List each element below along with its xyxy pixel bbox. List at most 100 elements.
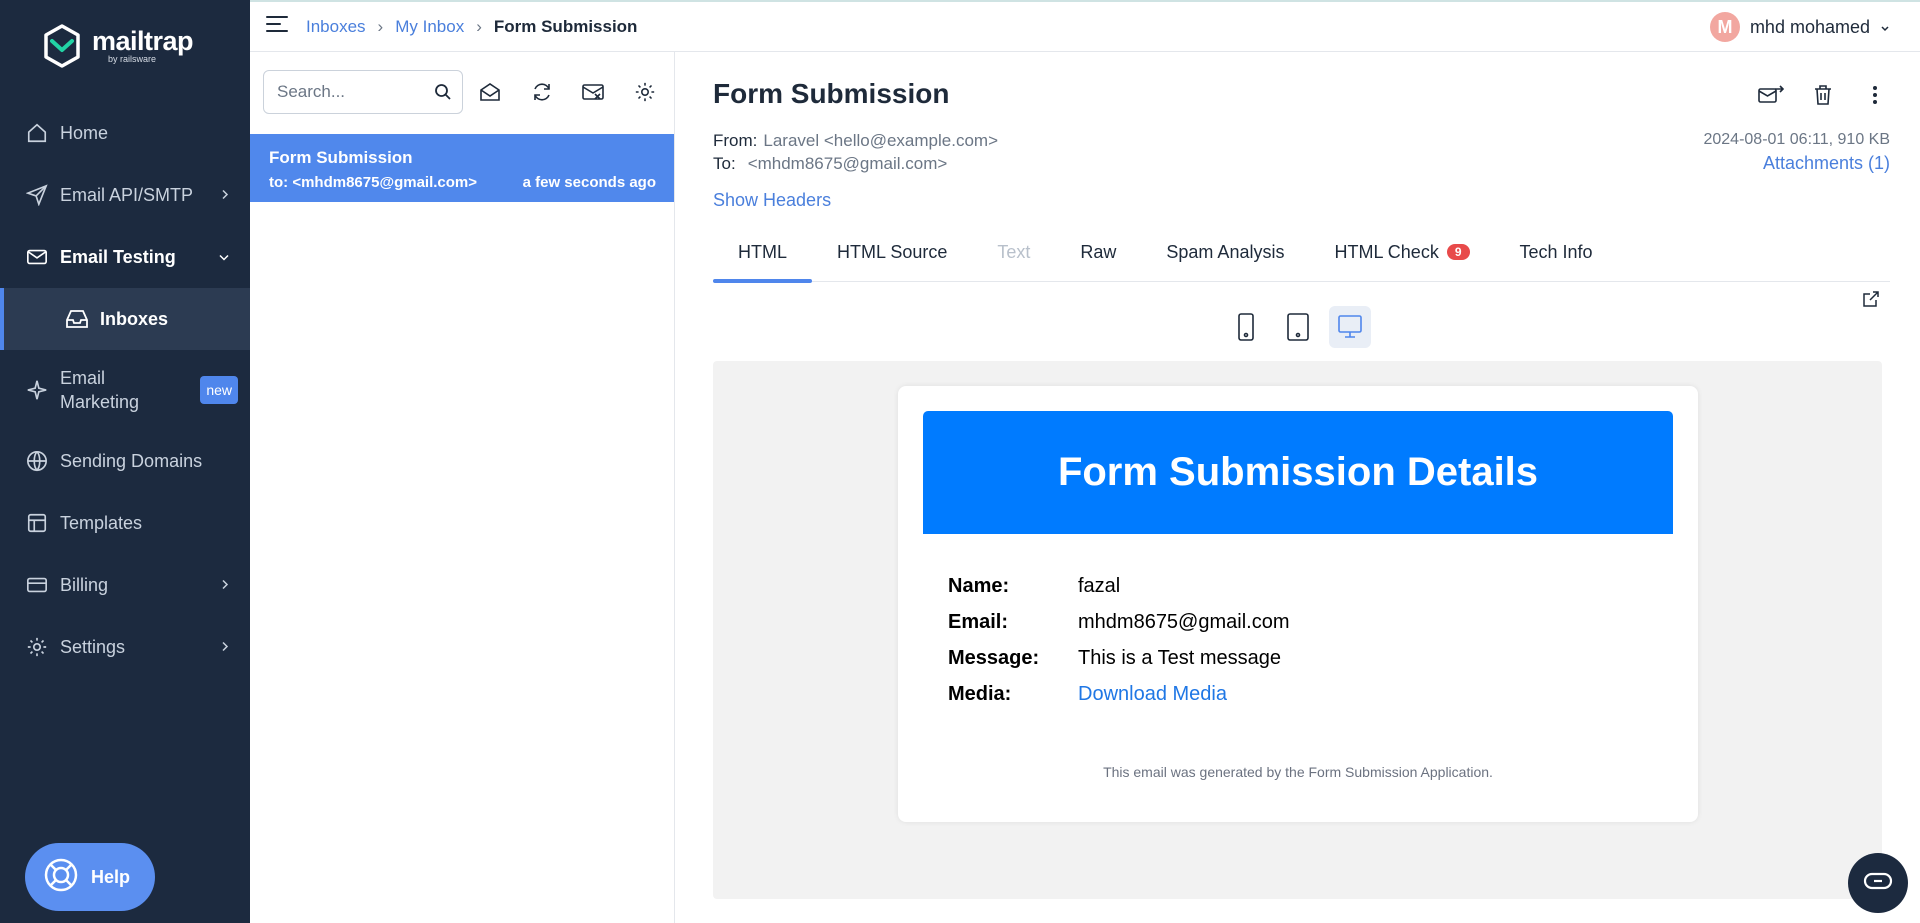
tab-label: Spam Analysis <box>1166 241 1285 262</box>
mailtrap-logo-icon <box>44 24 80 68</box>
tab-label: HTML Check <box>1334 241 1439 262</box>
message-tabs: HTML HTML Source Text Raw Spam Analysis … <box>713 222 1890 283</box>
top-bar: Inboxes › My Inbox › Form Submission M m… <box>250 2 1920 52</box>
help-button[interactable]: Help <box>25 843 155 911</box>
field-label: Email: <box>948 610 1009 633</box>
email-heading: Form Submission Details <box>1057 450 1539 494</box>
chevron-right-icon <box>220 637 230 658</box>
sidebar-item-templates[interactable]: Templates <box>0 492 250 554</box>
breadcrumb: Inboxes › My Inbox › Form Submission <box>306 17 637 37</box>
trash-icon[interactable] <box>1808 80 1838 110</box>
field-value: This is a Test message <box>1078 646 1282 669</box>
search-input[interactable] <box>277 82 427 102</box>
to-line: To: <mhdm8675@gmail.com> <box>713 154 947 174</box>
from-value: Laravel <hello@example.com> <box>763 131 998 150</box>
from-line: From: Laravel <hello@example.com> <box>713 131 998 151</box>
sidebar-item-email-testing[interactable]: Email Testing <box>0 226 250 288</box>
help-label: Help <box>91 866 131 887</box>
home-icon <box>24 120 50 146</box>
tab-html-check[interactable]: HTML Check 9 <box>1309 222 1494 282</box>
breadcrumb-current: Form Submission <box>493 16 638 36</box>
field-label: Name: <box>948 574 1010 597</box>
search-box <box>263 70 463 114</box>
brand-logo[interactable]: mailtrap by railsware <box>42 24 194 68</box>
tab-raw[interactable]: Raw <box>1055 222 1141 282</box>
sidebar-item-email-marketing[interactable]: Email Marketing new <box>0 350 250 430</box>
tab-tech-info[interactable]: Tech Info <box>1495 222 1618 282</box>
sidebar-item-label: Billing <box>60 574 109 595</box>
sidebar-item-settings[interactable]: Settings <box>0 616 250 678</box>
chevron-down-icon <box>1880 17 1890 38</box>
message-actions <box>1756 80 1890 110</box>
to-label: To: <box>713 154 736 173</box>
device-preview-switcher <box>1225 306 1371 348</box>
field-value: mhdm8675@gmail.com <box>1078 610 1290 633</box>
field-row: Message: This is a Test message <box>948 640 1290 676</box>
brand-sub: by railsware <box>108 54 157 64</box>
breadcrumb-inboxes[interactable]: Inboxes <box>306 17 366 37</box>
breadcrumb-separator: › <box>377 16 384 36</box>
message-view: Form Submission From: Laravel <hello@exam… <box>675 52 1920 923</box>
refresh-icon[interactable] <box>529 79 555 105</box>
sidebar-item-label: Email Marketing <box>60 368 140 412</box>
gear-icon <box>24 634 50 660</box>
field-label: Message: <box>948 646 1040 669</box>
chevron-down-icon <box>218 247 230 268</box>
tab-html-source[interactable]: HTML Source <box>812 222 972 282</box>
sidebar-item-sending-domains[interactable]: Sending Domains <box>0 430 250 492</box>
message-list-panel: Form Submission to: <mhdm8675@gmail.com>… <box>250 52 675 923</box>
gear-icon[interactable] <box>632 79 658 105</box>
tab-html[interactable]: HTML <box>713 222 812 283</box>
breadcrumb-my-inbox[interactable]: My Inbox <box>395 17 464 37</box>
user-menu[interactable]: M mhd mohamed <box>1709 12 1890 42</box>
user-name: mhd mohamed <box>1749 16 1870 37</box>
field-row: Media: Download Media <box>948 676 1290 712</box>
sidebar-item-email-api[interactable]: Email API/SMTP <box>0 164 250 226</box>
breadcrumb-separator: › <box>476 16 482 36</box>
desktop-view-icon[interactable] <box>1329 306 1371 348</box>
field-row: Name: fazal <box>948 568 1290 604</box>
tab-label: Tech Info <box>1519 241 1593 262</box>
chat-widget-button[interactable] <box>1848 853 1908 913</box>
sidebar-item-home[interactable]: Home <box>0 102 250 164</box>
sidebar-item-inboxes[interactable]: Inboxes <box>0 288 250 350</box>
sidebar-item-label: Email Testing <box>60 246 176 267</box>
clear-inbox-icon[interactable] <box>580 79 606 105</box>
tab-label: Text <box>997 241 1031 262</box>
sidebar-item-billing[interactable]: Billing <box>0 554 250 616</box>
globe-icon <box>24 448 50 474</box>
avatar: M <box>1709 12 1740 42</box>
send-icon <box>24 182 50 208</box>
tab-spam-analysis[interactable]: Spam Analysis <box>1141 222 1309 282</box>
template-icon <box>24 510 50 536</box>
more-vertical-icon[interactable] <box>1860 80 1890 110</box>
chevron-right-icon <box>220 185 230 206</box>
message-subject: Form Submission <box>269 148 413 167</box>
tab-text: Text <box>972 222 1055 282</box>
email-header-banner: Form Submission Details <box>923 411 1673 534</box>
show-headers-link[interactable]: Show Headers <box>713 190 831 211</box>
message-date-size: 2024-08-01 06:11, 910 KB <box>1703 131 1890 148</box>
lifebuoy-icon <box>43 857 79 898</box>
from-label: From: <box>713 131 758 150</box>
tab-label: HTML Source <box>837 241 948 262</box>
sidebar-item-label: Inboxes <box>100 308 169 329</box>
download-media-link[interactable]: Download Media <box>1078 683 1227 706</box>
mark-read-icon[interactable] <box>477 79 503 105</box>
sidebar: mailtrap by railsware Home Email API/SMT… <box>0 0 250 923</box>
sparkle-icon <box>24 377 50 403</box>
attachments-link[interactable]: Attachments (1) <box>1763 153 1890 174</box>
email-footer: This email was generated by the Form Sub… <box>1103 764 1493 780</box>
search-icon[interactable] <box>434 83 452 106</box>
hamburger-menu-icon[interactable] <box>266 15 288 38</box>
tablet-view-icon[interactable] <box>1277 306 1319 348</box>
forward-icon[interactable] <box>1756 80 1786 110</box>
list-item[interactable]: Form Submission to: <mhdm8675@gmail.com>… <box>250 134 674 202</box>
open-external-icon[interactable] <box>1862 290 1880 313</box>
to-value: <mhdm8675@gmail.com> <box>747 154 948 173</box>
mobile-view-icon[interactable] <box>1225 306 1267 348</box>
brand-name: mailtrap <box>92 26 194 56</box>
email-testing-icon <box>24 244 50 270</box>
sidebar-nav: Home Email API/SMTP Email Testing Inboxe… <box>0 102 250 678</box>
sidebar-item-label: Templates <box>60 512 143 533</box>
